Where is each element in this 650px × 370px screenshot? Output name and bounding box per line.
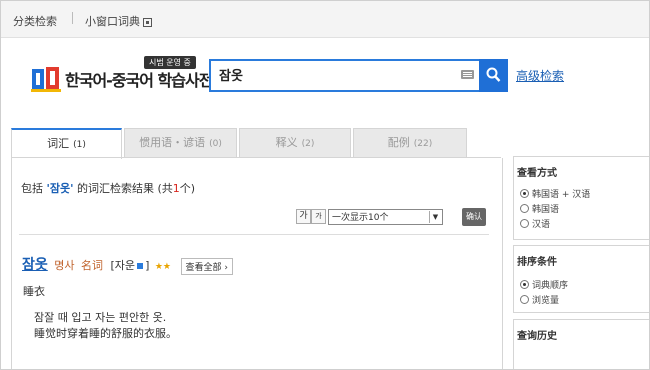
entry-level-stars: ★★ [154,262,171,272]
tab-definitions[interactable]: 释义 (2) [239,128,351,157]
tab-label: 配例 [387,136,410,149]
option-label: 韩国语 + 汉语 [532,190,591,200]
font-size-large-button[interactable]: 가 [296,209,311,224]
per-page-value: 一次显示10个 [332,213,389,223]
sort-panel: 排序条件 词典顺序 浏览量 [513,245,649,313]
tab-label: 释义 [275,136,298,149]
result-tabs: 词汇 (1) 惯用语・谚语 (0) 释义 (2) 配例 (22) [11,128,501,159]
view-mode-panel: 查看方式 韩国语 + 汉语 韩国语 汉语 [513,156,649,240]
tab-label: 词汇 [47,137,70,150]
entry-pronunciation-close: ] [145,259,150,272]
logo-mark-icon [31,67,61,92]
summary-total-suffix: 个) [179,182,196,195]
radio-icon [520,295,529,304]
advanced-search-link[interactable]: 高级检索 [516,67,564,84]
search-box [209,59,481,92]
option-label: 韩国语 [532,205,560,215]
entry-header: 잠옷 명사 名词 [자운] ★★ 查看全部 › [22,254,233,275]
entry-meaning: 睡衣 [23,285,45,298]
sort-option[interactable]: 浏览量 [520,293,559,306]
tab-examples[interactable]: 配例 (22) [353,128,467,157]
search-icon [486,67,501,82]
entry-definition-ko: 잠잘 때 입고 자는 편안한 옷. [34,311,167,324]
per-page-select[interactable]: 一次显示10个 ▼ [328,209,443,225]
speaker-icon[interactable] [137,263,144,269]
radio-selected-icon [520,280,529,289]
beta-badge: 시범 운영 중 [144,56,196,69]
tab-vocabulary[interactable]: 词汇 (1) [11,128,122,159]
results-divider [19,234,489,235]
option-label: 词典顺序 [532,281,569,291]
entry-headword[interactable]: 잠옷 [22,257,48,273]
summary-prefix: 包括 [21,182,43,195]
mini-window-link[interactable]: 小窗口词典 [85,13,152,29]
mini-window-label: 小窗口词典 [85,15,140,28]
history-title: 查询历史 [517,331,557,342]
category-search-link[interactable]: 分类检索 [13,13,57,29]
summary-text: 的词汇检索结果 [76,182,154,195]
keyboard-icon[interactable] [461,70,474,79]
tab-label: 惯用语・谚语 [139,136,206,149]
dictionary-logo[interactable]: 한국어-중국어 학습사전 시범 운영 중 [31,56,221,95]
dictionary-page: 分类检索 小窗口词典 한국어-중국어 학습사전 시범 운영 중 高级检索 词汇(… [0,0,650,370]
summary-count: 1 [172,182,180,195]
radio-icon [520,219,529,228]
tab-count: (0) [209,139,222,149]
view-mode-option[interactable]: 韩国语 + 汉语 [520,187,590,200]
sort-option[interactable]: 词典顺序 [520,278,568,291]
search-input[interactable] [219,65,449,83]
view-mode-title: 查看方式 [517,168,557,179]
entry-pronunciation-open: [자운 [110,259,136,272]
option-label: 汉语 [532,220,551,230]
view-mode-option[interactable]: 韩国语 [520,202,559,215]
logo-text: 한국어-중국어 학습사전 [65,71,213,90]
entry-pos-zh: 名词 [81,259,104,272]
confirm-button[interactable]: 确认 [462,208,486,226]
font-size-small-button[interactable]: 가 [311,209,326,224]
external-window-icon [143,17,152,27]
view-all-button[interactable]: 查看全部 › [180,257,233,275]
sort-title: 排序条件 [517,257,557,268]
option-label: 浏览量 [532,296,560,306]
history-panel: 查询历史 [513,319,649,369]
tab-count: (1) [73,140,86,150]
topbar-divider [72,12,73,24]
search-button[interactable] [479,59,508,92]
radio-icon [520,204,529,213]
summary-keyword: '잠옷' [46,182,74,195]
view-mode-option[interactable]: 汉语 [520,217,550,230]
top-bar: 分类检索 小窗口词典 [1,1,649,38]
entry-pos-ko: 명사 [54,259,75,272]
summary-total-prefix: (共 [157,182,173,195]
radio-selected-icon [520,189,529,198]
result-summary: 包括 '잠옷' 的词汇检索结果 (共1个) [21,180,195,196]
tab-count: (22) [413,139,433,149]
entry-definition-zh: 睡觉时穿着睡的舒服的衣服。 [34,327,177,340]
tab-count: (2) [301,139,315,149]
chevron-down-icon: ▼ [429,211,441,223]
tab-idioms[interactable]: 惯用语・谚语 (0) [124,128,237,157]
